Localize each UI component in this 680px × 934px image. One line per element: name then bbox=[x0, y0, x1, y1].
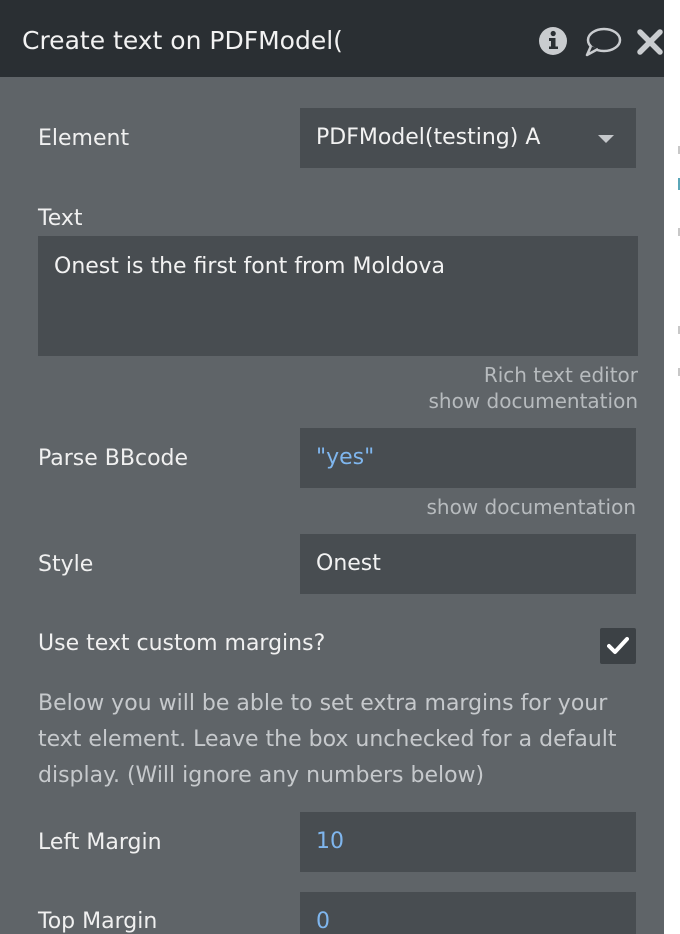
top-margin-label: Top Margin bbox=[38, 909, 158, 934]
style-label: Style bbox=[38, 552, 94, 577]
element-label: Element bbox=[38, 126, 130, 151]
left-margin-label: Left Margin bbox=[38, 830, 162, 855]
custom-margins-checkbox[interactable] bbox=[600, 628, 636, 664]
parse-bbcode-input[interactable]: "yes" bbox=[300, 428, 636, 488]
panel-header[interactable]: Create text on PDFModel( bbox=[0, 0, 664, 77]
parse-bbcode-label: Parse BBcode bbox=[38, 446, 189, 471]
top-margin-input[interactable]: 0 bbox=[300, 892, 636, 934]
info-icon[interactable] bbox=[538, 26, 568, 56]
custom-margins-description: Below you will be able to set extra marg… bbox=[38, 691, 617, 788]
text-label: Text bbox=[38, 206, 83, 231]
style-dropdown[interactable]: Onest bbox=[300, 534, 636, 594]
element-dropdown[interactable]: PDFModel(testing) A bbox=[300, 108, 636, 168]
checkmark-icon bbox=[607, 637, 629, 654]
comment-icon[interactable] bbox=[584, 26, 622, 58]
canvas-edge bbox=[664, 0, 680, 934]
custom-margins-label: Use text custom margins? bbox=[38, 631, 326, 656]
bbcode-show-documentation-link[interactable]: show documentation bbox=[426, 494, 636, 520]
left-margin-input[interactable]: 10 bbox=[300, 812, 636, 872]
element-dropdown-value: PDFModel(testing) A bbox=[316, 125, 541, 150]
text-show-documentation-link[interactable]: show documentation bbox=[428, 388, 638, 414]
rich-text-editor-link[interactable]: Rich text editor bbox=[484, 362, 638, 388]
panel-title: Create text on PDFModel( bbox=[22, 26, 343, 55]
close-icon[interactable] bbox=[636, 28, 664, 56]
chevron-down-icon bbox=[598, 135, 614, 143]
property-editor-panel: Create text on PDFModel(Element PDFMode… bbox=[0, 0, 664, 934]
text-input[interactable]: Onest is the first font from Moldova bbox=[38, 236, 638, 356]
